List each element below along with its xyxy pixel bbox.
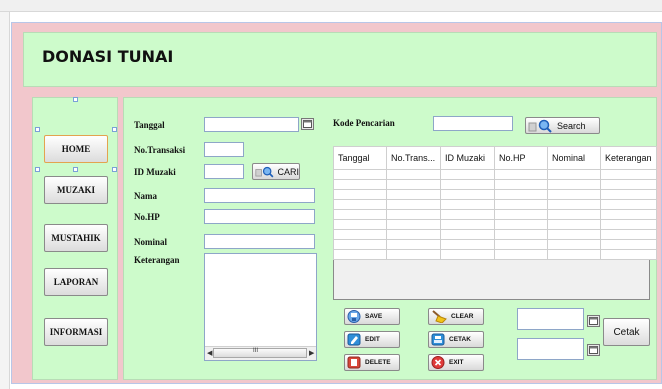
- edit-icon: [347, 333, 361, 346]
- selection-handle-bottom-left: [35, 167, 40, 172]
- column-header-nominal[interactable]: Nominal: [547, 146, 601, 170]
- close-icon: [431, 356, 445, 369]
- no-transaksi-input[interactable]: [204, 142, 244, 157]
- tanggal-calendar-button[interactable]: [301, 118, 314, 130]
- kode-pencarian-label: Kode Pencarian: [333, 118, 395, 128]
- nav-laporan-button[interactable]: LAPORAN: [44, 268, 108, 296]
- no-hp-label: No.HP: [134, 212, 160, 222]
- clear-button[interactable]: CLEAR: [428, 308, 484, 325]
- scroll-right-arrow-icon[interactable]: ▶: [309, 349, 314, 357]
- cetak-button[interactable]: Cetak: [603, 318, 650, 346]
- nama-label: Nama: [134, 191, 157, 201]
- cari-button-label: CARI: [277, 166, 299, 177]
- kode-pencarian-input[interactable]: [433, 116, 513, 131]
- id-muzaki-label: ID Muzaki: [134, 167, 176, 177]
- nav-home-button[interactable]: HOME: [44, 135, 108, 163]
- data-table: Tanggal No.Trans... ID Muzaki No.HP Nomi…: [333, 146, 657, 260]
- printer-icon: [431, 333, 445, 346]
- table-row[interactable]: [333, 189, 657, 200]
- table-header-row: Tanggal No.Trans... ID Muzaki No.HP Nomi…: [333, 146, 657, 170]
- cetak-small-button-label: CETAK: [449, 336, 471, 343]
- broom-icon: [432, 310, 447, 323]
- selection-handle-bottom-right: [112, 167, 117, 172]
- trash-icon: [347, 356, 361, 369]
- nav-mustahik-button[interactable]: MUSTAHIK: [44, 224, 108, 252]
- calendar-icon: [303, 120, 312, 128]
- keterangan-textarea[interactable]: [204, 253, 317, 361]
- delete-button[interactable]: DELETE: [344, 354, 400, 371]
- save-button-label: SAVE: [365, 313, 383, 320]
- table-body: [333, 169, 657, 260]
- nominal-input[interactable]: [204, 234, 315, 249]
- no-transaksi-label: No.Transaksi: [134, 145, 186, 155]
- search-icon: [255, 166, 274, 177]
- scroll-left-arrow-icon[interactable]: ◀: [207, 349, 212, 357]
- table-row[interactable]: [333, 229, 657, 240]
- end-date-input[interactable]: [517, 338, 584, 360]
- no-hp-input[interactable]: [204, 209, 315, 224]
- delete-button-label: DELETE: [365, 359, 391, 366]
- start-date-input[interactable]: [517, 308, 584, 330]
- id-muzaki-input[interactable]: [204, 164, 244, 179]
- end-date-calendar-button[interactable]: [587, 344, 600, 356]
- table-row[interactable]: [333, 179, 657, 190]
- search-button[interactable]: Search: [525, 117, 600, 134]
- selection-handle-bottom: [73, 167, 78, 172]
- scrollbar-grip: III: [253, 348, 259, 354]
- save-button[interactable]: SAVE: [344, 308, 400, 325]
- scrollbar-thumb[interactable]: [213, 348, 307, 358]
- calendar-icon: [589, 317, 598, 325]
- editor-toolbar: [0, 0, 662, 12]
- column-header-no-transaksi[interactable]: No.Trans...: [386, 146, 441, 170]
- column-header-tanggal[interactable]: Tanggal: [333, 146, 387, 170]
- selection-handle-right: [112, 127, 117, 132]
- column-header-no-hp[interactable]: No.HP: [494, 146, 548, 170]
- nominal-label: Nominal: [134, 237, 168, 247]
- search-icon: [528, 119, 552, 133]
- nav-informasi-button[interactable]: INFORMASI: [44, 318, 108, 346]
- selection-handle-top: [73, 97, 78, 102]
- clear-button-label: CLEAR: [451, 313, 474, 320]
- tanggal-label: Tanggal: [134, 120, 165, 130]
- cari-button[interactable]: CARI: [252, 163, 300, 180]
- table-row[interactable]: [333, 209, 657, 220]
- search-button-label: Search: [557, 120, 586, 131]
- table-row[interactable]: [333, 239, 657, 250]
- save-icon: [347, 310, 361, 323]
- exit-button[interactable]: EXIT: [428, 354, 484, 371]
- table-row[interactable]: [333, 169, 657, 180]
- start-date-calendar-button[interactable]: [587, 315, 600, 327]
- tanggal-input[interactable]: [204, 117, 299, 132]
- page-title: DONASI TUNAI: [42, 47, 174, 66]
- selection-handle-left: [35, 127, 40, 132]
- keterangan-label: Keterangan: [134, 255, 180, 265]
- edit-button-label: EDIT: [365, 336, 380, 343]
- column-header-id-muzaki[interactable]: ID Muzaki: [440, 146, 495, 170]
- edit-button[interactable]: EDIT: [344, 331, 400, 348]
- calendar-icon: [589, 346, 598, 354]
- exit-button-label: EXIT: [449, 359, 464, 366]
- table-row[interactable]: [333, 249, 657, 260]
- column-header-keterangan[interactable]: Keterangan: [600, 146, 657, 170]
- cetak-small-button[interactable]: CETAK: [428, 331, 484, 348]
- table-row[interactable]: [333, 219, 657, 230]
- nama-input[interactable]: [204, 188, 315, 203]
- editor-left-strip: [0, 12, 10, 389]
- table-row[interactable]: [333, 199, 657, 210]
- nav-muzaki-button[interactable]: MUZAKI: [44, 176, 108, 204]
